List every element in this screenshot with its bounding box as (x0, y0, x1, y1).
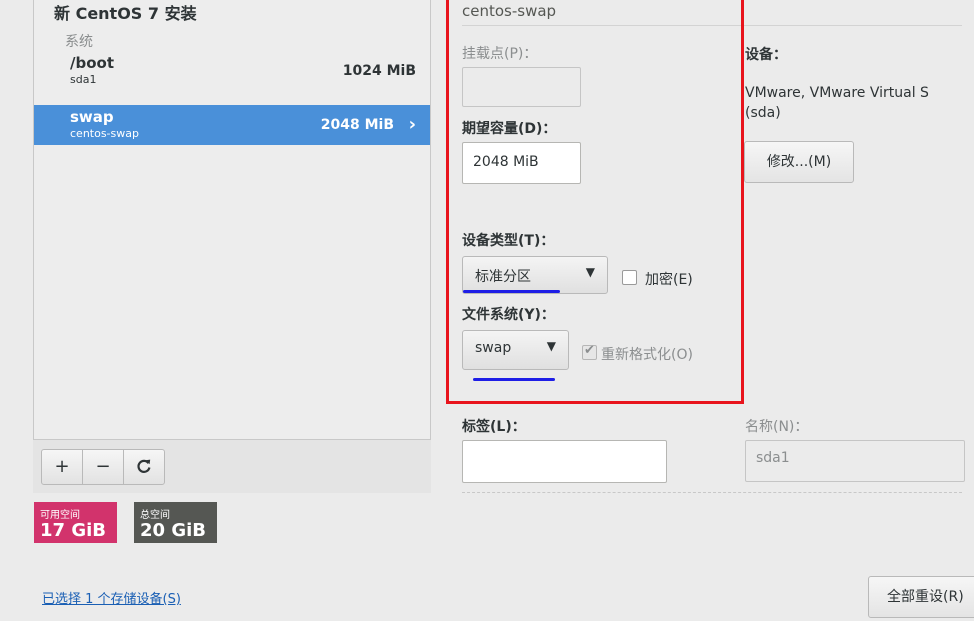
tag-label: 标签(L)： (462, 419, 526, 435)
available-space-value: 17 GiB (40, 520, 106, 541)
total-space-value: 20 GiB (140, 520, 206, 541)
highlight-box (446, 0, 744, 404)
device-id: (sda) (745, 105, 781, 121)
refresh-icon (137, 459, 151, 473)
install-title: 新 CentOS 7 安装 (54, 4, 197, 23)
partition-button-group: + − (41, 449, 165, 485)
refresh-button[interactable] (124, 450, 164, 484)
reset-all-button[interactable]: 全部重设(R) (868, 576, 974, 618)
partition-device: centos-swap (70, 127, 139, 140)
partition-row-boot[interactable]: /boot sda1 1024 MiB (34, 51, 430, 91)
available-space-box: 可用空间 17 GiB (34, 502, 117, 543)
partition-row-swap[interactable]: swap centos-swap 2048 MiB › (34, 105, 430, 145)
partition-toolbar: + − (33, 439, 431, 493)
partition-name: /boot (70, 54, 114, 72)
modify-device-button[interactable]: 修改...(M) (744, 141, 854, 183)
name-input[interactable]: sda1 (745, 440, 965, 482)
total-space-label: 总空间 (140, 510, 170, 521)
available-space-label: 可用空间 (40, 510, 80, 521)
name-label: 名称(N)： (745, 419, 809, 435)
system-group-label: 系统 (65, 34, 93, 50)
device-label: 设备： (745, 47, 787, 63)
dashed-divider (462, 492, 962, 493)
partition-device: sda1 (70, 73, 97, 86)
tag-input[interactable] (462, 440, 667, 483)
total-space-box: 总空间 20 GiB (134, 502, 217, 543)
storage-devices-link[interactable]: 已选择 1 个存储设备(S) (42, 588, 181, 607)
partition-list-panel: 新 CentOS 7 安装 系统 /boot sda1 1024 MiB swa… (33, 0, 431, 493)
partition-size: 1024 MiB (342, 63, 416, 79)
add-partition-button[interactable]: + (42, 450, 83, 484)
partition-size: 2048 MiB (320, 117, 394, 133)
remove-partition-button[interactable]: − (83, 450, 124, 484)
device-name: VMware, VMware Virtual S (745, 85, 929, 101)
chevron-right-icon: › (408, 114, 416, 135)
device-info: VMware, VMware Virtual S (sda) (745, 83, 929, 123)
partition-name: swap (70, 108, 114, 126)
